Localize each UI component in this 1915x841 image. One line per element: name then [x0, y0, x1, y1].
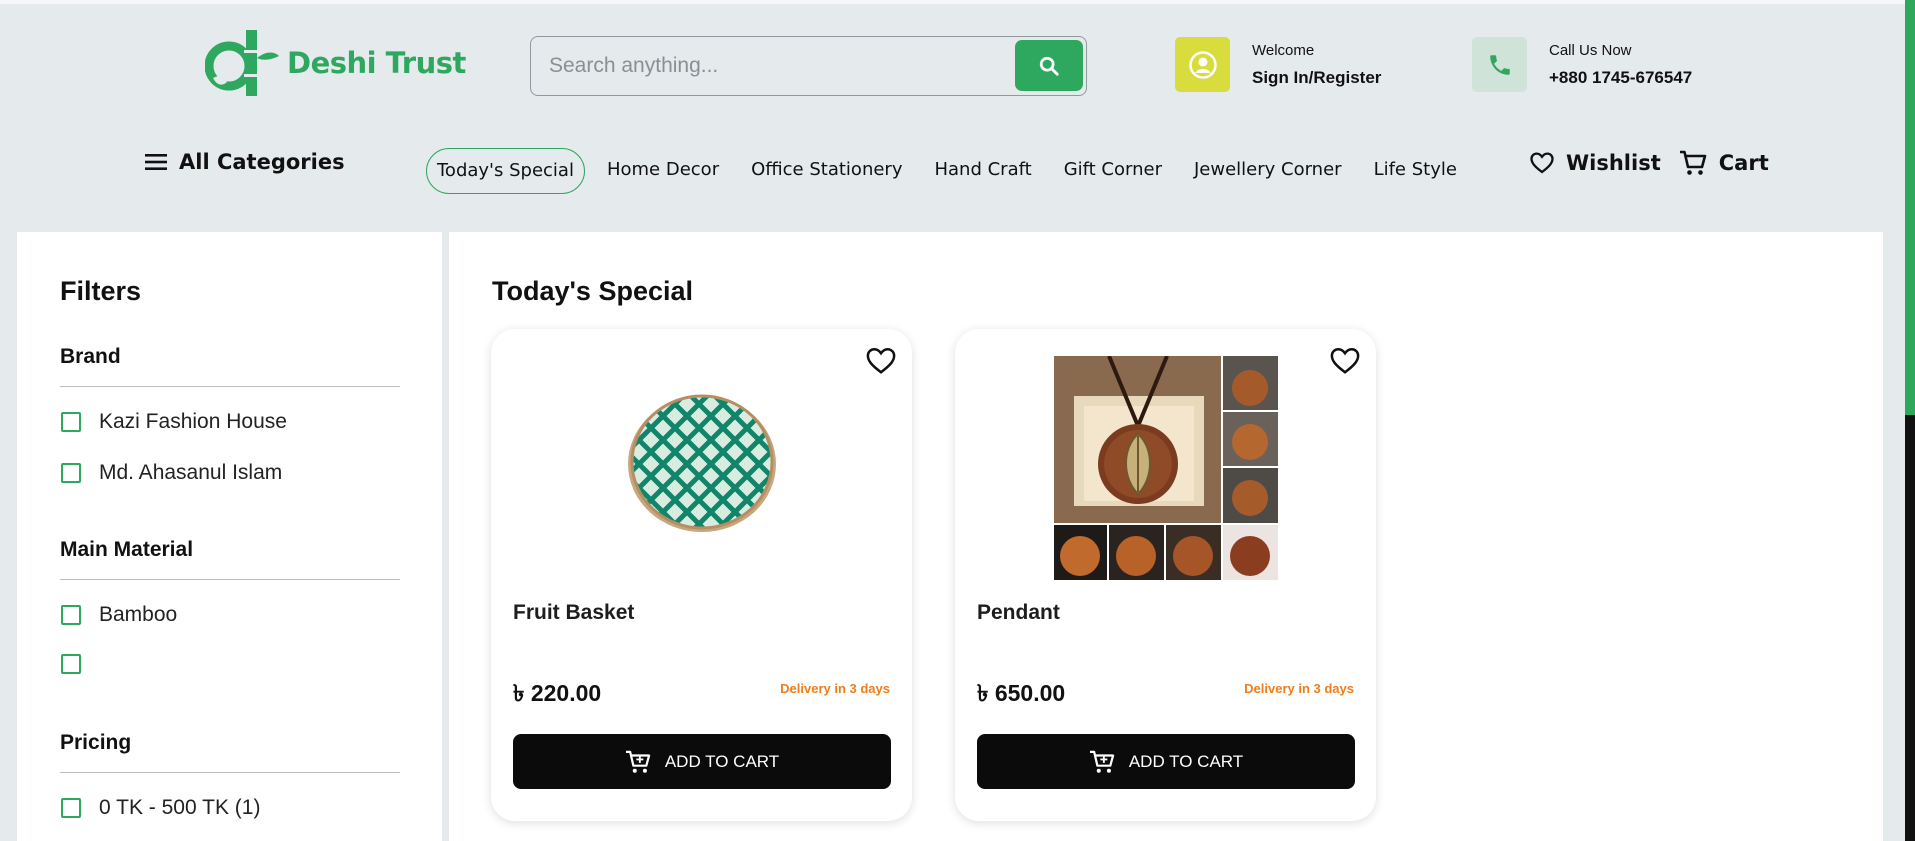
- material-filter-title: Main Material: [60, 538, 194, 561]
- checkbox[interactable]: [61, 798, 81, 818]
- wishlist-label: Wishlist: [1566, 151, 1661, 175]
- checkbox[interactable]: [61, 605, 81, 625]
- add-to-cart-label: ADD TO CART: [1128, 751, 1244, 771]
- scrollbar-track-upper: [1905, 0, 1915, 415]
- cart-icon: [625, 750, 651, 773]
- cart-icon: [1089, 750, 1115, 773]
- pricing-option-label: 0 TK - 500 TK (1): [99, 796, 261, 819]
- brand-name: Deshi Trust: [287, 46, 466, 80]
- divider: [60, 579, 400, 580]
- nav-gift-corner[interactable]: Gift Corner: [1048, 148, 1178, 194]
- all-categories-label: All Categories: [179, 150, 345, 174]
- phone-number[interactable]: +880 1745-676547: [1549, 68, 1692, 88]
- nav-hand-craft[interactable]: Hand Craft: [918, 148, 1047, 194]
- phone-icon: [1489, 54, 1510, 75]
- user-icon: [1188, 50, 1217, 79]
- search-button[interactable]: [1015, 40, 1083, 91]
- site-header: Deshi Trust Welcome Sign In/Register: [0, 4, 1905, 210]
- product-price: ৳ 650.00: [977, 680, 1066, 706]
- product-image[interactable]: [1054, 356, 1278, 580]
- cart-link[interactable]: Cart: [1679, 150, 1769, 176]
- divider: [60, 772, 400, 773]
- checkbox[interactable]: [61, 654, 81, 674]
- brand-option[interactable]: Kazi Fashion House: [61, 410, 287, 434]
- wishlist-link[interactable]: Wishlist: [1530, 151, 1661, 175]
- phone-icon-tile: [1472, 37, 1527, 92]
- product-name[interactable]: Fruit Basket: [513, 601, 634, 625]
- brand-option-label: Md. Ahasanul Islam: [99, 461, 283, 484]
- scrollbar[interactable]: [1905, 0, 1915, 841]
- brand-option-label: Kazi Fashion House: [99, 410, 287, 433]
- add-to-cart-button[interactable]: ADD TO CART: [977, 734, 1355, 789]
- brand-logo[interactable]: Deshi Trust: [205, 28, 466, 98]
- search-bar: [530, 36, 1087, 96]
- wishlist-cart-group: Wishlist Cart: [1530, 150, 1787, 176]
- product-price: ৳ 220.00: [513, 680, 602, 706]
- search-input[interactable]: [549, 51, 1009, 81]
- product-image[interactable]: [627, 392, 777, 532]
- delivery-info: Delivery in 3 days: [1244, 681, 1354, 696]
- brand-filter-title: Brand: [60, 345, 121, 368]
- main-nav: All Categories Today's Special Home Deco…: [0, 144, 1905, 194]
- search-icon: [1039, 56, 1059, 76]
- product-card[interactable]: Fruit Basket ৳ 220.00 Delivery in 3 days…: [491, 329, 912, 821]
- pricing-filter-title: Pricing: [60, 731, 132, 754]
- call-label: Call Us Now: [1549, 41, 1632, 59]
- filters-panel: Filters Brand Kazi Fashion House Md. Aha…: [17, 232, 442, 841]
- heart-icon: [1530, 152, 1554, 174]
- welcome-label: Welcome: [1252, 41, 1315, 59]
- delivery-info: Delivery in 3 days: [780, 681, 890, 696]
- nav-office-stationery[interactable]: Office Stationery: [735, 148, 918, 194]
- pricing-option[interactable]: 0 TK - 500 TK (1): [61, 796, 260, 820]
- material-option-label: Bamboo: [99, 603, 178, 626]
- filters-title: Filters: [60, 276, 142, 306]
- material-option[interactable]: Bamboo: [61, 603, 177, 627]
- product-card[interactable]: Pendant ৳ 650.00 Delivery in 3 days ADD …: [955, 329, 1376, 821]
- wishlist-heart-icon[interactable]: [1330, 347, 1360, 375]
- account-block[interactable]: Welcome Sign In/Register: [1175, 37, 1381, 92]
- checkbox[interactable]: [61, 412, 81, 432]
- menu-icon: [145, 154, 167, 170]
- add-to-cart-button[interactable]: ADD TO CART: [513, 734, 891, 789]
- nav-jewellery-corner[interactable]: Jewellery Corner: [1178, 148, 1358, 194]
- material-option[interactable]: [61, 654, 99, 674]
- user-icon-tile: [1175, 37, 1230, 92]
- nav-life-style[interactable]: Life Style: [1358, 148, 1473, 194]
- add-to-cart-label: ADD TO CART: [664, 751, 780, 771]
- wishlist-heart-icon[interactable]: [866, 347, 896, 375]
- product-name[interactable]: Pendant: [977, 601, 1060, 625]
- section-title: Today's Special: [492, 276, 693, 306]
- signin-link[interactable]: Sign In/Register: [1252, 68, 1381, 88]
- scrollbar-thumb[interactable]: [1905, 415, 1915, 841]
- nav-todays-special[interactable]: Today's Special: [426, 148, 585, 194]
- divider: [60, 386, 400, 387]
- nav-home-decor[interactable]: Home Decor: [591, 148, 735, 194]
- all-categories-button[interactable]: All Categories: [145, 150, 345, 174]
- cart-label: Cart: [1718, 151, 1769, 175]
- cart-icon: [1679, 150, 1707, 175]
- checkbox[interactable]: [61, 463, 81, 483]
- bamboo-logo-icon: [205, 30, 279, 96]
- category-links: Today's Special Home Decor Office Statio…: [426, 148, 1473, 194]
- call-block: Call Us Now +880 1745-676547: [1472, 37, 1692, 92]
- brand-option[interactable]: Md. Ahasanul Islam: [61, 461, 282, 485]
